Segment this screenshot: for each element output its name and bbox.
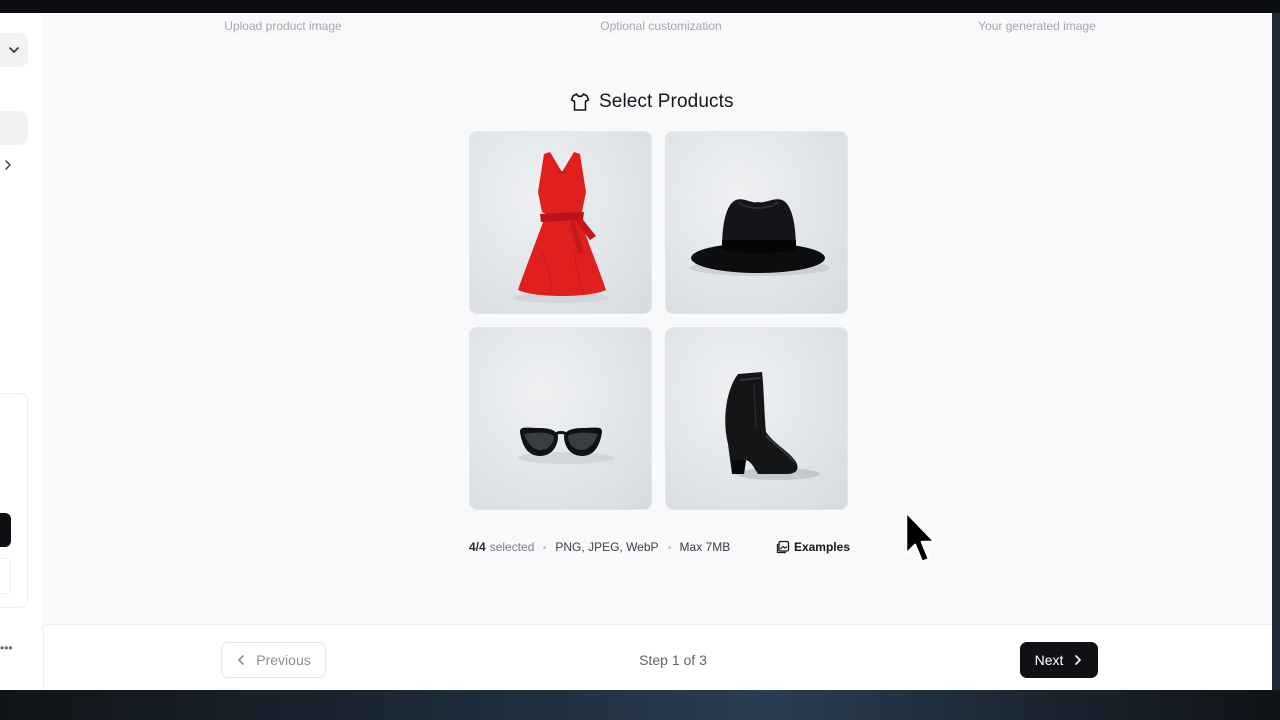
main-content: Upload product image Optional customizat… <box>45 13 1272 624</box>
step-label-upload[interactable]: Upload product image <box>224 19 341 33</box>
wizard-footer: Previous Step 1 of 3 Next <box>45 624 1272 690</box>
step-label-generated[interactable]: Your generated image <box>978 19 1096 33</box>
sunglasses-image <box>518 427 614 464</box>
shirt-icon <box>570 93 590 111</box>
ankle-boot-image <box>725 372 820 480</box>
mouse-cursor-icon <box>904 510 937 564</box>
chevron-left-icon <box>238 655 245 665</box>
app-window: ••• Upload product image Optional custom… <box>0 13 1272 690</box>
more-icon[interactable]: ••• <box>0 641 13 655</box>
black-fedora-image <box>690 199 830 276</box>
sidebar-item[interactable] <box>0 111 28 145</box>
accepted-formats: PNG, JPEG, WebP <box>555 540 659 554</box>
next-label: Next <box>1034 652 1064 668</box>
product-card-black-hat[interactable] <box>665 131 848 314</box>
examples-button[interactable]: Examples <box>776 540 850 554</box>
screen-top-bar <box>0 0 1280 13</box>
selected-label: selected <box>489 540 535 554</box>
previous-button[interactable]: Previous <box>221 642 326 678</box>
step-indicator: Step 1 of 3 <box>639 652 707 668</box>
images-icon <box>776 540 790 554</box>
sidebar-dropdown[interactable] <box>0 33 28 67</box>
chevron-right-icon[interactable] <box>2 158 14 177</box>
section-header: Select Products <box>569 91 734 113</box>
previous-label: Previous <box>256 652 311 668</box>
separator-dot <box>667 545 671 549</box>
product-card-sunglasses[interactable] <box>469 327 652 510</box>
red-dress-image <box>514 152 610 303</box>
product-grid <box>469 131 849 510</box>
max-size: Max 7MB <box>679 540 731 554</box>
step-label-customization[interactable]: Optional customization <box>600 19 721 33</box>
separator-dot <box>543 545 547 549</box>
examples-label: Examples <box>793 540 850 554</box>
chevron-right-icon <box>1075 655 1082 665</box>
sidebar: ••• <box>0 13 44 690</box>
selected-count: 4/4 <box>469 540 486 554</box>
desktop-background <box>0 690 1280 720</box>
next-button[interactable]: Next <box>1020 642 1098 678</box>
product-card-ankle-boot[interactable] <box>665 327 848 510</box>
chevron-down-icon <box>9 47 19 54</box>
sidebar-secondary-button[interactable] <box>0 558 11 594</box>
sidebar-primary-button[interactable] <box>0 513 11 547</box>
product-card-red-dress[interactable] <box>469 131 652 314</box>
upload-meta: 4/4 selected PNG, JPEG, WebP Max 7MB Exa… <box>469 539 850 555</box>
window-edge <box>1272 13 1280 693</box>
section-title: Select Products <box>599 91 734 112</box>
